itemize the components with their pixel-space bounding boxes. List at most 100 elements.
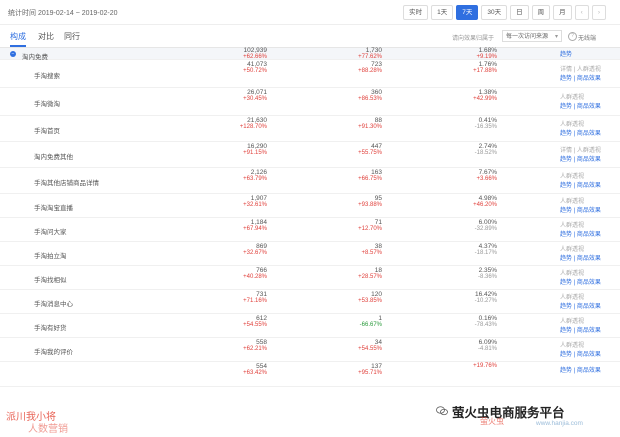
metric-change: +30.45% xyxy=(243,96,267,102)
row-action-line2[interactable]: 趋势 | 商品效果 xyxy=(560,103,601,112)
time-range-buttons: 实时 1天 7天 30天日周月 ‹ › xyxy=(403,5,606,20)
metric-change: +54.55% xyxy=(358,346,382,352)
source-name[interactable]: 手淘搜索 xyxy=(34,70,60,80)
metric-value: 1 xyxy=(378,315,382,322)
source-name[interactable]: 手淘问大家 xyxy=(34,226,67,236)
table-row: 手淘微淘 26,071 +30.45% 360 +86.53% 1.38% +4… xyxy=(0,88,620,116)
chevron-right-icon[interactable]: › xyxy=(591,5,606,20)
row-actions: 人群透视 趋势 | 商品效果 xyxy=(560,342,601,360)
chevron-left-icon[interactable]: ‹ xyxy=(574,5,589,20)
source-name[interactable]: 淘内免费其他 xyxy=(34,151,73,161)
chevron-down-icon: ▾ xyxy=(554,34,558,40)
row-action-line2[interactable]: 趋势 | 商品效果 xyxy=(560,351,601,360)
metric-change: +62.21% xyxy=(243,346,267,352)
metric-change: +3.66% xyxy=(476,176,497,182)
time-button[interactable]: 30天 xyxy=(481,5,508,20)
metric-value: 6.00% xyxy=(478,219,497,226)
source-name[interactable]: 手淘微淘 xyxy=(34,98,60,108)
metric-cell: 0.16% -78.43% xyxy=(475,315,497,328)
device-filter[interactable]: 无线端 xyxy=(578,33,596,42)
attribution-select[interactable]: 每一次访问来源 ▾ xyxy=(502,30,562,42)
metric-value: 1,184 xyxy=(250,219,267,226)
row-action-line1[interactable]: 人群透视 xyxy=(560,222,601,231)
metric-cell: 88 +91.30% xyxy=(358,117,382,130)
row-action-line1[interactable]: 人群透视 xyxy=(560,173,601,182)
source-name[interactable]: 手淘淘宝直播 xyxy=(34,202,73,212)
metric-cell: 723 +88.28% xyxy=(358,61,382,74)
metric-value: 16,290 xyxy=(247,143,267,150)
metric-value: 1.38% xyxy=(478,89,497,96)
tab-peers[interactable]: 同行 xyxy=(64,31,80,42)
metric-value: 1.76% xyxy=(478,61,497,68)
row-action-line1[interactable]: 详情 | 人群透视 xyxy=(560,147,601,156)
metric-change: +28.57% xyxy=(358,274,382,280)
help-icon[interactable]: ? xyxy=(568,32,577,41)
source-name[interactable]: 手淘其他店铺商品详情 xyxy=(34,177,99,187)
metric-change: +63.42% xyxy=(243,370,267,376)
time-button[interactable]: 实时 xyxy=(403,5,429,20)
source-name[interactable]: 手淘消息中心 xyxy=(34,298,73,308)
row-action-line2[interactable]: 趋势 | 商品效果 xyxy=(560,130,601,139)
row-action-line2[interactable]: 趋势 | 商品效果 xyxy=(560,156,601,165)
time-button[interactable]: 周 xyxy=(531,5,551,20)
row-action-line1[interactable]: 人群透视 xyxy=(560,294,601,303)
time-button[interactable]: 1天 xyxy=(431,5,454,20)
row-action-line1[interactable]: 人群透视 xyxy=(560,121,601,130)
metric-change: +128.70% xyxy=(239,124,267,130)
metric-value: 558 xyxy=(256,339,267,346)
metric-cell: 7.67% +3.66% xyxy=(476,169,497,182)
metric-cell: 2.35% -8.36% xyxy=(478,267,497,280)
time-button[interactable]: 日 xyxy=(510,5,529,20)
tab-compare[interactable]: 对比 xyxy=(38,31,54,42)
metric-cell: 360 +86.53% xyxy=(358,89,382,102)
metric-cell: 163 +66.75% xyxy=(358,169,382,182)
metric-change: +93.88% xyxy=(358,202,382,208)
time-button[interactable]: 月 xyxy=(553,5,572,20)
row-action-line2[interactable]: 趋势 | 商品效果 xyxy=(560,75,601,84)
metric-change: +71.16% xyxy=(243,298,267,304)
table-row: 手淘消息中心 731 +71.16% 120 +53.85% 16.42% -1… xyxy=(0,290,620,314)
table-row: 手淘首页 21,630 +128.70% 88 +91.30% 0.41% -1… xyxy=(0,116,620,142)
row-action-line1[interactable]: 人群透视 xyxy=(560,94,601,103)
row-action-line1[interactable]: 人群透视 xyxy=(560,318,601,327)
metric-cell: 102,939 +62.66% xyxy=(243,47,267,60)
metric-cell: 1,907 +32.61% xyxy=(243,195,267,208)
metric-cell: 1.38% +42.99% xyxy=(473,89,497,102)
row-action-line2[interactable]: 趋势 | 商品效果 xyxy=(560,207,601,216)
row-actions: 人群透视 趋势 | 商品效果 xyxy=(560,246,601,264)
row-actions: 趋势 xyxy=(560,51,572,60)
row-action-line2[interactable]: 趋势 | 商品效果 xyxy=(560,367,601,376)
source-name[interactable]: 手淘拍立淘 xyxy=(34,250,67,260)
row-action-line1[interactable]: 人群透视 xyxy=(560,270,601,279)
metric-cell: 731 +71.16% xyxy=(243,291,267,304)
metric-cell: 4.37% -18.17% xyxy=(475,243,497,256)
row-action-line2[interactable]: 趋势 | 商品效果 xyxy=(560,255,601,264)
metric-cell: 6.09% -4.81% xyxy=(478,339,497,352)
collapse-icon[interactable]: − xyxy=(10,51,16,57)
time-button[interactable]: 7天 xyxy=(456,5,479,20)
table-row: 淘内免费其他 16,290 +91.15% 447 +55.75% 2.74% … xyxy=(0,142,620,168)
row-action-line1[interactable]: 详情 | 人群透视 xyxy=(560,66,601,75)
row-action-line2[interactable]: 趋势 | 商品效果 xyxy=(560,327,601,336)
source-name[interactable]: 手淘找相似 xyxy=(34,274,67,284)
metric-value: 21,630 xyxy=(247,117,267,124)
row-action-line2[interactable]: 趋势 | 商品效果 xyxy=(560,303,601,312)
metric-change: -18.52% xyxy=(474,150,497,156)
row-action-line2[interactable]: 趋势 | 商品效果 xyxy=(560,182,601,191)
metric-cell: 766 +40.28% xyxy=(243,267,267,280)
metric-change: +91.30% xyxy=(358,124,382,130)
source-name[interactable]: 手淘首页 xyxy=(34,125,60,135)
row-action-line2[interactable]: 趋势 xyxy=(560,51,572,60)
source-name[interactable]: 手淘我的评价 xyxy=(34,346,73,356)
row-action-line1[interactable]: 人群透视 xyxy=(560,246,601,255)
row-action-line1[interactable]: 人群透视 xyxy=(560,198,601,207)
row-action-line2[interactable]: 趋势 | 商品效果 xyxy=(560,279,601,288)
tab-bar: 构成 对比 同行 请向效果归属于 每一次访问来源 ▾ ? 无线端 xyxy=(0,25,620,48)
row-action-line2[interactable]: 趋势 | 商品效果 xyxy=(560,231,601,240)
source-name[interactable]: 手淘有好货 xyxy=(34,322,67,332)
row-action-line1[interactable]: 人群透视 xyxy=(560,342,601,351)
metric-cell: 21,630 +128.70% xyxy=(240,117,267,130)
tab-composition[interactable]: 构成 xyxy=(10,31,26,47)
metric-change: +19.76% xyxy=(473,363,497,369)
table-row: 手淘问大家 1,184 +67.94% 71 +12.70% 6.00% -32… xyxy=(0,218,620,242)
